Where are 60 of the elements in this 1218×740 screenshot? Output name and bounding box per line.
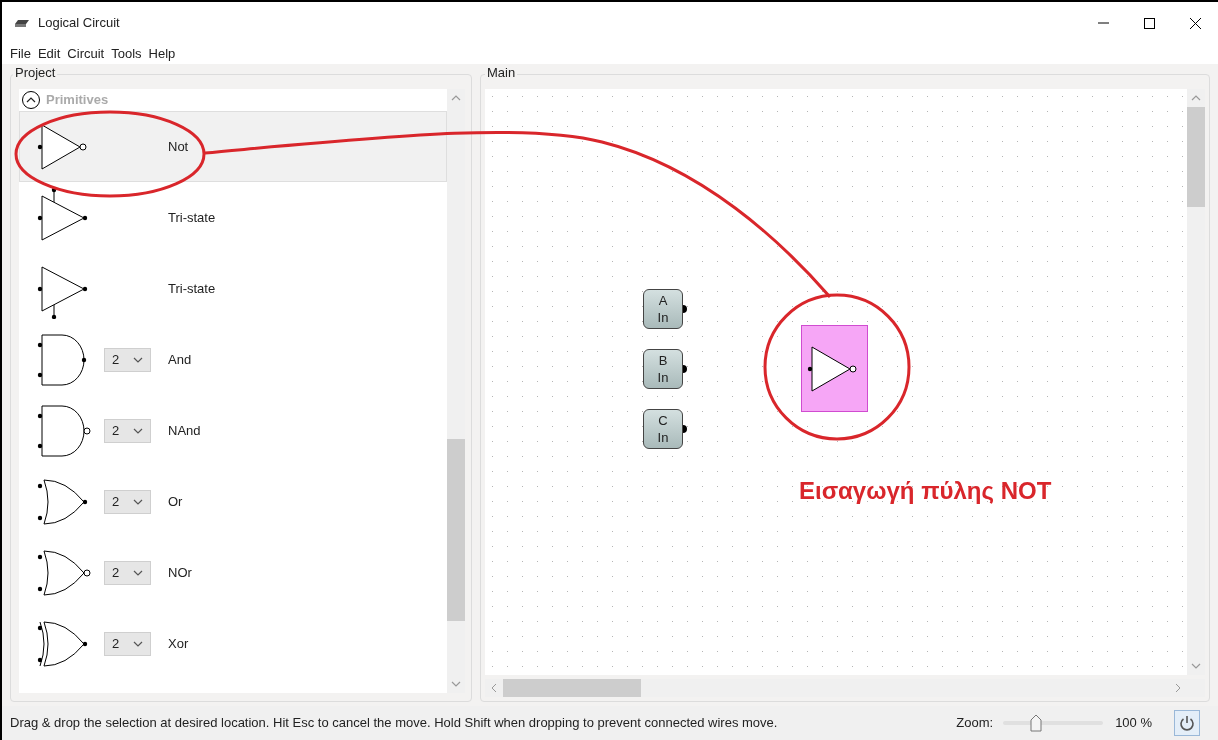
- chevron-right-icon: [1175, 683, 1181, 693]
- gate-label: Tri-state: [168, 279, 216, 298]
- zoom-value: 100 %: [1115, 714, 1152, 733]
- menu-item[interactable]: Circuit: [67, 44, 105, 64]
- slider-thumb[interactable]: [1030, 714, 1043, 732]
- annotation-text: Εισαγωγή πύλης NOT: [799, 476, 1052, 506]
- menu-item[interactable]: Edit: [37, 44, 61, 64]
- input-label: In: [657, 369, 669, 386]
- menu-item[interactable]: Tools: [111, 44, 142, 64]
- scrollbar-thumb[interactable]: [503, 679, 641, 697]
- input-letter: C: [658, 412, 668, 429]
- pin-icon: [683, 365, 689, 373]
- chevron-up-icon: [1191, 95, 1201, 101]
- chip-icon: [14, 18, 30, 28]
- pin-icon: [683, 425, 689, 433]
- zoom-label: Zoom:: [956, 714, 994, 733]
- gate-label: NOr: [168, 563, 192, 582]
- chevron-up-icon: [451, 95, 461, 101]
- chevron-down-icon: [451, 681, 461, 687]
- input-count-dropdown[interactable]: 2: [104, 560, 151, 585]
- input-count-dropdown[interactable]: 2: [104, 418, 151, 443]
- chevron-up-icon: [26, 97, 36, 103]
- gate-label: Xor: [168, 634, 189, 653]
- gate-label: Not: [168, 137, 189, 156]
- input-letter: A: [658, 292, 668, 309]
- gate-label: And: [168, 350, 192, 369]
- chevron-left-icon: [491, 683, 497, 693]
- input-label: In: [657, 429, 669, 446]
- window-title: Logical Circuit: [38, 14, 120, 33]
- chevron-down-icon: [133, 569, 143, 576]
- chevron-down-icon: [1191, 663, 1201, 669]
- minimize-icon: [1097, 22, 1109, 24]
- scrollbar-thumb[interactable]: [1187, 107, 1205, 207]
- chevron-down-icon: [133, 498, 143, 505]
- power-icon: [1179, 715, 1195, 731]
- zoom-slider[interactable]: [1003, 713, 1104, 733]
- panel-title: Project: [13, 65, 58, 81]
- maximize-icon: [1143, 17, 1155, 29]
- input-count-dropdown[interactable]: 2: [104, 347, 151, 372]
- gate-label: NAnd: [168, 421, 201, 440]
- not-gate[interactable]: [801, 325, 868, 412]
- category-title: Primitives: [46, 91, 109, 110]
- gate-list-item[interactable]: Not: [19, 111, 447, 182]
- power-button[interactable]: [1174, 710, 1200, 736]
- gate-label: Or: [168, 492, 183, 511]
- scrollbar-thumb[interactable]: [447, 439, 465, 621]
- chevron-down-icon: [133, 640, 143, 647]
- input-letter: B: [658, 352, 668, 369]
- gate-label: Tri-state: [168, 208, 216, 227]
- input-label: In: [657, 309, 669, 326]
- close-icon: [1189, 17, 1201, 29]
- status-message: Drag & drop the selection at desired location. Hit Esc to cancel the move. Hold Shift when dropping to prevent connected wires move.: [10, 714, 778, 733]
- chevron-down-icon: [133, 356, 143, 363]
- input-count-dropdown[interactable]: 2: [104, 631, 151, 656]
- pin-icon: [683, 305, 689, 313]
- menu-item[interactable]: File: [10, 44, 31, 64]
- chevron-down-icon: [133, 427, 143, 434]
- input-count-dropdown[interactable]: 2: [104, 489, 151, 514]
- circuit-canvas[interactable]: A In B In C In Εισαγωγή πύλης NOT: [485, 89, 1187, 675]
- menu-item[interactable]: Help: [148, 44, 176, 64]
